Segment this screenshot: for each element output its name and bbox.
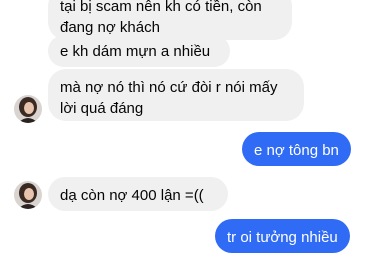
message-line: dạ còn nợ 400 lận =((: [60, 187, 204, 204]
contact-avatar[interactable]: [14, 95, 42, 123]
message-line: tại bị scam nên kh có tiền, còn: [60, 0, 262, 15]
message-line: lời quá đáng: [60, 100, 144, 117]
message-line: e nợ tông bn: [254, 142, 339, 159]
message-thread: tại bị scam nên kh có tiền, còn đang nợ …: [0, 0, 374, 257]
outgoing-message: e nợ tông bn: [242, 132, 351, 166]
incoming-message: dạ còn nợ 400 lận =((: [48, 177, 228, 211]
contact-avatar[interactable]: [14, 181, 42, 209]
outgoing-message: tr oi tưởng nhiều: [215, 219, 350, 253]
incoming-message: tại bị scam nên kh có tiền, còn đang nợ …: [48, 0, 292, 40]
message-line: tr oi tưởng nhiều: [227, 229, 338, 246]
incoming-message: e kh dám mựn a nhiều: [48, 35, 230, 67]
message-line: mà nợ nó thì nó cứ đòi r nói mấy: [60, 79, 278, 96]
incoming-message: mà nợ nó thì nó cứ đòi r nói mấy lời quá…: [48, 69, 304, 121]
message-line: e kh dám mựn a nhiều: [60, 43, 211, 60]
